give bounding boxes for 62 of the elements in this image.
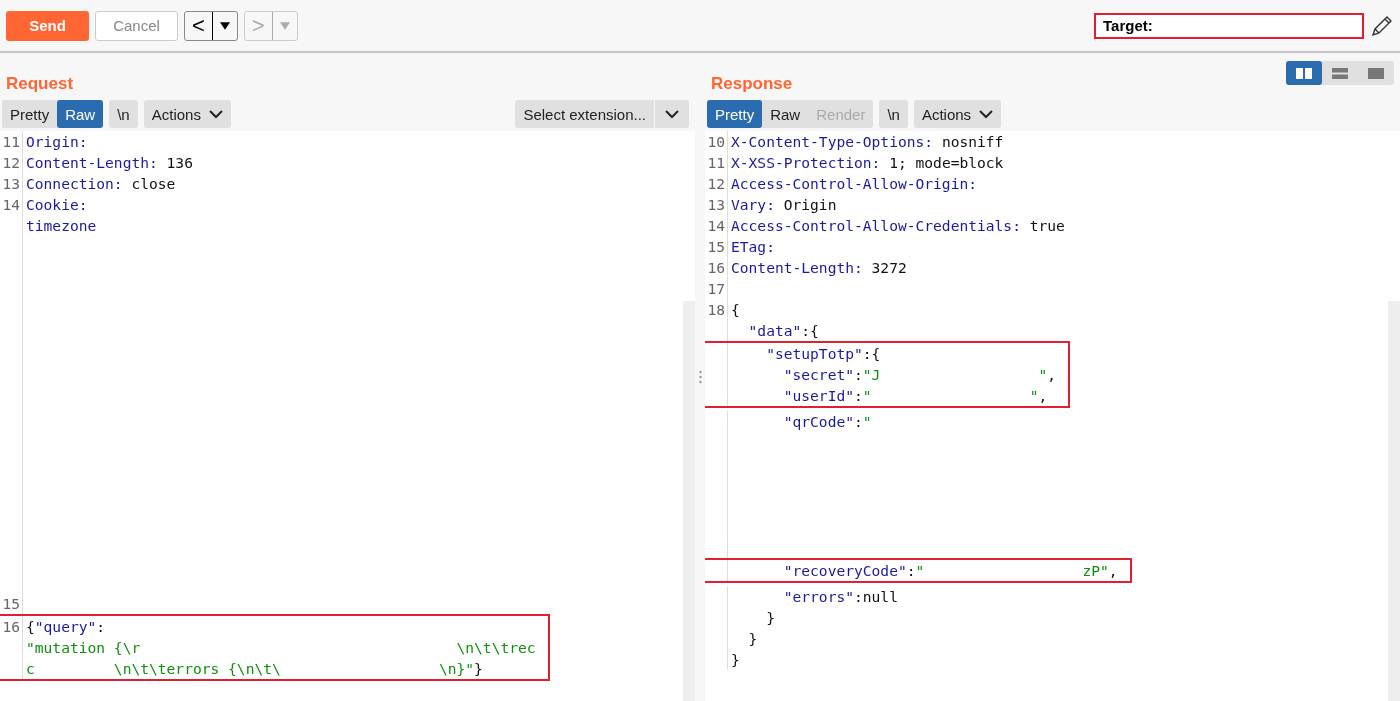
line-number: 11 <box>1 132 21 152</box>
code-line: X-Content-Type-Options: nosniff <box>727 131 1004 152</box>
code-line: Origin: <box>22 131 88 152</box>
extension-dropdown[interactable]: Select extension... <box>515 100 689 128</box>
line-number: 11 <box>706 153 726 173</box>
line-number: 14 <box>706 216 726 236</box>
code-line: Connection: close <box>22 173 176 194</box>
code-line: "userId":" ", <box>727 385 1048 406</box>
panel-title: Response <box>711 74 793 94</box>
line-number: 16 <box>706 258 726 278</box>
code-line: { <box>727 299 740 320</box>
line-number: 13 <box>1 174 21 194</box>
line-number: 12 <box>1 153 21 173</box>
code-line: Vary: Origin <box>727 194 837 215</box>
back-button[interactable]: < <box>184 10 238 41</box>
code-line: "setupTotp":{ <box>727 343 881 364</box>
code-line: "errors":null <box>727 586 898 607</box>
newline-toggle-button[interactable]: \n <box>109 100 138 128</box>
line-number: 17 <box>706 279 726 299</box>
layout-icon <box>1296 67 1312 79</box>
chevron-down-icon <box>665 109 679 119</box>
newline-toggle-button[interactable]: \n <box>879 100 908 128</box>
view-tab[interactable]: Pretty <box>707 100 763 128</box>
code-line: "mutation {\r \n\t\trec <box>22 637 536 658</box>
chevron-down-icon <box>979 109 994 119</box>
code-line: } <box>727 628 758 649</box>
pencil-icon[interactable] <box>1370 13 1394 38</box>
line-number: 15 <box>1 594 21 614</box>
code-line: Cookie: <box>22 194 88 215</box>
code-line: Access-Control-Allow-Origin: <box>727 173 977 194</box>
code-line: "qrCode":" <box>727 411 872 432</box>
code-line: "secret":"J ", <box>727 364 1057 385</box>
view-tab[interactable]: Raw <box>57 100 104 128</box>
code-line: "data":{ <box>727 320 819 341</box>
line-number: 15 <box>706 237 726 257</box>
line-number: 12 <box>706 174 726 194</box>
line-number: 10 <box>706 132 726 152</box>
code-line: c \n\t\terrors {\n\t\ \n}"} <box>22 658 483 679</box>
code-line: } <box>727 607 775 628</box>
panel-title: Request <box>6 74 74 94</box>
code-line: ETag: <box>727 236 775 257</box>
actions-button[interactable]: Actions <box>143 100 231 128</box>
layout-icon <box>1332 67 1348 79</box>
code-line: } <box>727 649 740 670</box>
line-number: 14 <box>1 195 21 215</box>
line-number: 13 <box>706 195 726 215</box>
code-line: timezone <box>22 215 97 236</box>
line-number: 18 <box>706 300 726 320</box>
code-line: {"query": <box>22 616 106 637</box>
code-line: Content-Length: 136 <box>22 152 193 173</box>
chevron-down-icon <box>208 109 223 119</box>
code-line: "recoveryCode":" zP", <box>727 560 1118 581</box>
cancel-button[interactable]: Cancel <box>95 10 178 41</box>
code-line: X-XSS-Protection: 1; mode=block <box>727 152 1004 173</box>
layout-toggle-button[interactable] <box>1286 61 1322 85</box>
target-field[interactable]: Target: <box>1094 12 1364 39</box>
code-line: Access-Control-Allow-Credentials: true <box>727 215 1065 236</box>
actions-button[interactable]: Actions <box>913 100 1002 128</box>
code-line: Content-Length: 3272 <box>727 257 907 278</box>
layout-icon <box>1368 67 1384 79</box>
line-number: 16 <box>1 617 21 637</box>
splitter-handle-icon[interactable] <box>698 370 702 384</box>
